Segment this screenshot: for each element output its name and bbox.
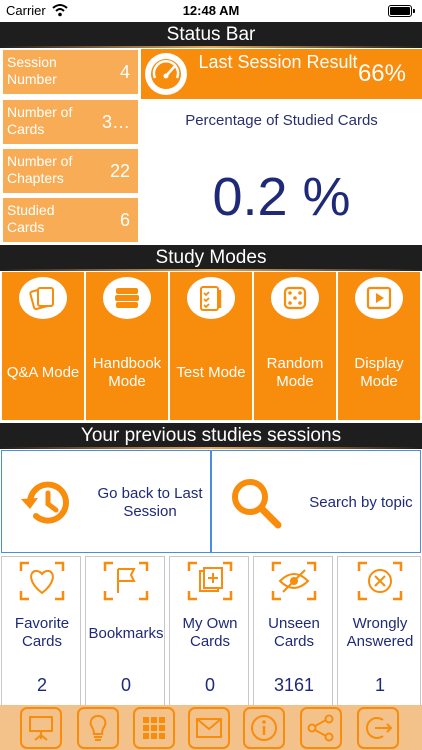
stat-label: Number of Cards	[7, 104, 73, 137]
my-own-cards-tile[interactable]: My Own Cards 0	[169, 556, 249, 706]
display-mode-label: Display Mode	[354, 355, 404, 390]
grid-icon[interactable]	[133, 707, 175, 749]
stat-label: Studied Cards	[7, 202, 55, 235]
dice-icon	[271, 277, 319, 319]
test-mode-label: Test Mode	[176, 364, 246, 381]
flag-icon	[103, 561, 149, 601]
status-bar-title: Status Bar	[166, 24, 256, 45]
stat-value: 4	[119, 62, 130, 82]
logout-icon[interactable]	[357, 707, 399, 749]
handbook-mode-label: Handbook Mode	[92, 355, 162, 390]
unseen-cards-tile[interactable]: Unseen Cards 3161	[253, 556, 333, 706]
display-mode-button[interactable]: Display Mode	[338, 272, 420, 420]
random-mode-label: Random Mode	[266, 355, 324, 390]
favorite-cards-tile[interactable]: Favorite Cards 2	[1, 556, 81, 706]
unseen-cards-count: 3161	[273, 675, 315, 695]
cards-icon	[19, 277, 67, 319]
checklist-icon	[187, 277, 235, 319]
gauge-icon	[145, 53, 187, 95]
qa-mode-button[interactable]: Q&A Mode	[2, 272, 84, 420]
stat-value: 6	[119, 210, 130, 230]
stat-value: 3…	[101, 112, 130, 132]
unseen-cards-label: Unseen Cards	[268, 615, 320, 650]
mail-icon[interactable]	[188, 707, 230, 749]
clock: 12:48 AM	[182, 3, 240, 18]
handbook-mode-button[interactable]: Handbook Mode	[86, 272, 168, 420]
study-modes-banner: Study Modes	[0, 245, 422, 271]
play-icon	[355, 277, 403, 319]
stat-session-number: Session Number 4	[2, 49, 139, 95]
info-icon[interactable]	[243, 707, 285, 749]
bottom-toolbar	[0, 705, 422, 750]
random-mode-button[interactable]: Random Mode	[254, 272, 336, 420]
lightbulb-icon[interactable]	[77, 707, 119, 749]
wrongly-answered-tile[interactable]: Wrongly Answered 1	[337, 556, 421, 706]
favorite-cards-label: Favorite Cards	[14, 615, 70, 650]
stat-value: 22	[109, 161, 130, 181]
last-session-label: Last Session Result	[198, 52, 358, 72]
bookmarks-label: Bookmarks	[88, 625, 164, 642]
stat-number-of-chapters: Number of Chapters 22	[2, 148, 139, 194]
my-own-cards-label: My Own Cards	[182, 615, 238, 650]
search-label: Search by topic	[309, 494, 413, 511]
stat-label: Session Number	[7, 54, 57, 87]
studied-percentage-value: 0.2 %	[212, 167, 351, 227]
previous-sessions-banner: Your previous studies sessions	[0, 423, 422, 449]
books-icon	[103, 277, 151, 319]
study-modes-title: Study Modes	[155, 247, 267, 268]
bookmarks-count: 0	[120, 675, 131, 695]
ios-status-bar: Carrier 12:48 AM	[0, 0, 422, 22]
studied-percentage-title: Percentage of Studied Cards	[185, 112, 378, 129]
share-icon[interactable]	[300, 707, 342, 749]
stat-number-of-cards: Number of Cards 3…	[2, 99, 139, 145]
last-session-value: 66%	[357, 60, 406, 87]
favorite-cards-count: 2	[36, 675, 47, 695]
go-back-last-session-button[interactable]: Go back to Last Session	[1, 450, 211, 553]
eye-off-icon	[271, 561, 317, 601]
stat-label: Number of Chapters	[7, 153, 73, 186]
x-circle-icon	[357, 561, 403, 601]
last-session-result: Last Session Result 66%	[141, 49, 422, 99]
previous-sessions-title: Your previous studies sessions	[80, 425, 342, 446]
bookmarks-tile[interactable]: Bookmarks 0	[85, 556, 165, 706]
test-mode-button[interactable]: Test Mode	[170, 272, 252, 420]
heart-icon	[19, 561, 65, 601]
wrongly-answered-label: Wrongly Answered	[346, 615, 414, 650]
go-back-label: Go back to Last Session	[97, 485, 203, 520]
add-card-icon	[187, 561, 233, 601]
stat-studied-cards: Studied Cards 6	[2, 197, 139, 243]
wrongly-answered-count: 1	[374, 675, 385, 695]
history-icon	[21, 481, 69, 524]
battery-icon	[388, 5, 415, 17]
status-bar-banner: Status Bar	[0, 22, 422, 48]
search-by-topic-button[interactable]: Search by topic	[211, 450, 421, 553]
presentation-icon[interactable]	[20, 707, 62, 749]
search-icon	[232, 479, 282, 529]
my-own-cards-count: 0	[204, 675, 215, 695]
qa-mode-label: Q&A Mode	[6, 364, 80, 381]
